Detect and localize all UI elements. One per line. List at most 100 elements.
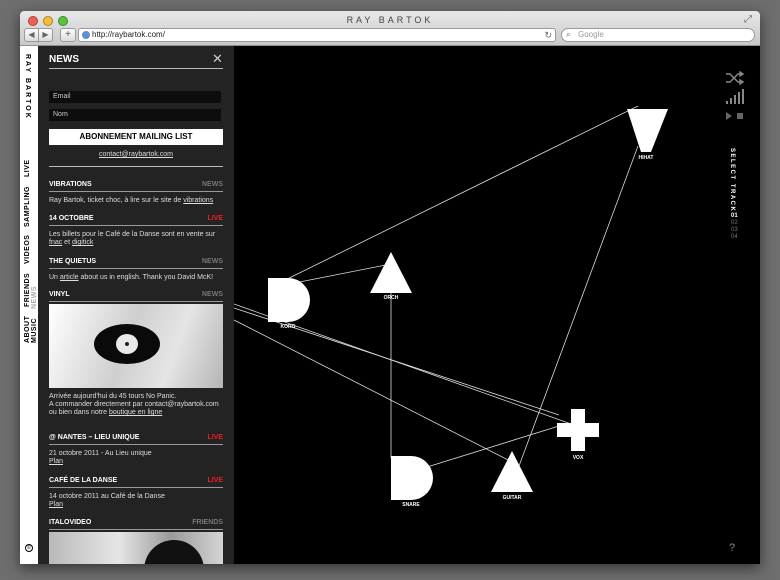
news-text: A commander directement par contact@rayb… [49, 401, 219, 408]
instrument-graph: KORG ORCH HIHAT VOX SNARE GUITAR SELECT … [233, 70, 745, 554]
news-link[interactable]: vibrations [183, 197, 213, 204]
news-item-vinyl: VINYL NEWS Arrivée aujourd'hui du 45 tour… [49, 291, 223, 417]
contact-link[interactable]: contact@raybartok.com [49, 151, 223, 158]
news-item-nantes: @ NANTES – LIEU UNIQUE LIVE 21 octobre 20… [49, 434, 223, 466]
map-link[interactable]: Plan [49, 501, 223, 509]
email-field[interactable]: Email [49, 91, 221, 103]
guitar-label: GUITAR [503, 495, 522, 501]
forward-button[interactable]: ▶ [39, 28, 53, 42]
korg-label: KORG [281, 324, 296, 330]
connection-line [233, 319, 517, 465]
news-title[interactable]: VIBRATIONS [49, 181, 92, 188]
nav-sampling[interactable]: SAMPLING [24, 186, 31, 227]
map-link[interactable]: Plan [49, 458, 223, 466]
track-02[interactable]: 02 [731, 220, 738, 226]
browser-toolbar: RAY BARTOK ⤢ ◀ ▶ + http://raybartok.com/… [20, 11, 760, 46]
news-tag: FRIENDS [192, 519, 223, 526]
fullscreen-icon[interactable]: ⤢ [744, 14, 752, 25]
news-tag: LIVE [207, 215, 223, 222]
guitar-shape[interactable] [491, 451, 533, 492]
news-text: 21 octobre 2011 - Au Lieu unique [49, 450, 152, 457]
volume-bars-icon[interactable] [726, 89, 744, 104]
news-text: Ray Bartok, ticket choc, à lire sur le s… [49, 197, 184, 204]
close-icon[interactable]: ✕ [212, 52, 223, 65]
search-placeholder: Google [578, 30, 604, 39]
connection-line [410, 425, 560, 473]
news-title[interactable]: VINYL [49, 291, 70, 298]
news-text: Un [49, 274, 60, 281]
track-04[interactable]: 04 [731, 234, 738, 240]
instrument-shapes [268, 109, 668, 500]
stop-icon[interactable] [737, 113, 743, 119]
page-content: RAY BARTOK ABOUT FRIENDS VIDEOS SAMPLING… [20, 46, 760, 564]
address-bar[interactable]: http://raybartok.com/ ↻ [78, 28, 556, 42]
news-title[interactable]: ITALOVIDEO [49, 519, 91, 526]
news-item-vibrations: VIBRATIONS NEWS Ray Bartok, ticket choc, … [49, 181, 223, 205]
news-tag: LIVE [207, 434, 223, 441]
orch-label: ORCH [384, 295, 399, 301]
play-icon[interactable] [726, 112, 732, 120]
vox-shape[interactable] [557, 409, 599, 451]
divider [49, 166, 223, 167]
news-title[interactable]: @ NANTES – LIEU UNIQUE [49, 434, 139, 441]
news-text: et [62, 239, 72, 246]
nav-news[interactable]: NEWS [31, 286, 38, 309]
track-selector: SELECT TRACK 01 02 03 04 [729, 148, 738, 240]
nav-about[interactable]: ABOUT [24, 316, 31, 343]
news-link[interactable]: fnac [49, 239, 62, 246]
vox-label: VOX [573, 455, 584, 461]
hihat-shape[interactable] [627, 109, 668, 152]
nav-friends[interactable]: FRIENDS [24, 273, 31, 307]
track-03[interactable]: 03 [731, 227, 738, 233]
news-text: Arrivée aujourd'hui du 45 tours No Panic… [49, 393, 177, 400]
spindle [125, 342, 129, 346]
record-label [116, 334, 138, 354]
news-tag: NEWS [202, 291, 223, 298]
search-field[interactable]: ⌕ Google [561, 28, 755, 42]
globe-icon [82, 31, 90, 39]
reload-icon[interactable]: ↻ [544, 29, 552, 41]
news-panel: NEWS ✕ Email Nom ABONNEMENT MAILING LIST… [38, 46, 234, 564]
search-icon: ⌕ [566, 30, 571, 39]
news-item-italovideo: ITALOVIDEO FRIENDS [49, 519, 223, 564]
shuffle-icon[interactable] [726, 70, 745, 86]
news-item-the-quietus: THE QUIETUS NEWS Un article about us in e… [49, 258, 223, 282]
news-link[interactable]: boutique en ligne [109, 409, 162, 416]
side-navigation: RAY BARTOK ABOUT FRIENDS VIDEOS SAMPLING… [20, 46, 38, 564]
korg-shape[interactable] [268, 278, 310, 322]
news-text: about us in english. Thank you David McK… [78, 274, 214, 281]
back-button[interactable]: ◀ [24, 28, 39, 42]
help-icon[interactable]: ? [729, 542, 735, 554]
player-controls [726, 70, 745, 120]
vinyl-photo[interactable] [49, 304, 223, 388]
select-track-label: SELECT TRACK [729, 148, 735, 212]
track-01[interactable]: 01 [731, 213, 738, 219]
snare-shape[interactable] [391, 456, 433, 500]
news-title[interactable]: 14 OCTOBRE [49, 215, 94, 222]
name-field[interactable]: Nom [49, 109, 221, 121]
news-item-14-octobre: 14 OCTOBRE LIVE Les billets pour le Café … [49, 215, 223, 247]
news-link[interactable]: digitick [72, 239, 93, 246]
nav-live[interactable]: LIVE [24, 160, 31, 178]
new-tab-button[interactable]: + [60, 28, 76, 42]
site-logo[interactable]: RAY BARTOK [24, 54, 31, 120]
news-text: ou bien dans notre [49, 409, 109, 416]
url-text: http://raybartok.com/ [92, 30, 165, 39]
instrument-stage: KORG ORCH HIHAT VOX SNARE GUITAR SELECT … [233, 46, 760, 564]
orch-shape[interactable] [370, 252, 412, 293]
italovideo-photo[interactable] [49, 532, 223, 564]
news-title[interactable]: CAFÉ DE LA DANSE [49, 477, 117, 484]
subscribe-button[interactable]: ABONNEMENT MAILING LIST [49, 129, 223, 145]
news-title[interactable]: THE QUIETUS [49, 258, 96, 265]
divider [49, 68, 223, 69]
hihat-label: HIHAT [639, 155, 654, 161]
nav-music[interactable]: MUSIC [31, 318, 38, 343]
nav-items: ABOUT FRIENDS VIDEOS SAMPLING LIVE MUSIC… [24, 146, 38, 346]
news-link[interactable]: article [60, 274, 79, 281]
news-tag: NEWS [202, 258, 223, 265]
panel-title: NEWS [49, 54, 79, 65]
nav-videos[interactable]: VIDEOS [24, 235, 31, 264]
vinyl-record-icon [94, 324, 160, 364]
copyright-icon[interactable]: © [25, 544, 33, 552]
window-title: RAY BARTOK [346, 15, 434, 25]
